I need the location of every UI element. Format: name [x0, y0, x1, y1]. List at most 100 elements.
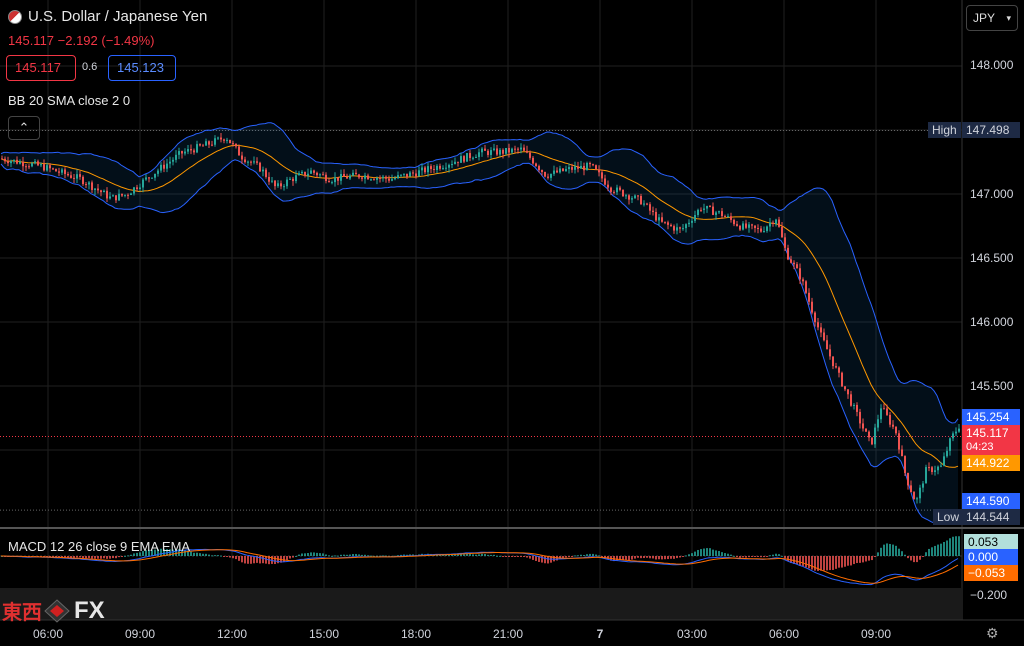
diamond-icon — [44, 598, 70, 623]
macd-histogram-bar — [292, 556, 294, 558]
candle-body — [448, 164, 450, 168]
macd-histogram-bar — [868, 556, 870, 561]
macd-histogram-bar — [670, 556, 672, 559]
last-price: 145.117 — [966, 426, 1009, 440]
macd-histogram-bar — [91, 556, 93, 559]
macd-histogram-bar — [262, 556, 264, 564]
candle-body — [28, 166, 30, 168]
candle-body — [55, 168, 57, 172]
candle-body — [862, 423, 864, 429]
macd-histogram-bar — [472, 554, 474, 556]
currency-select[interactable]: JPY ▾ — [966, 5, 1018, 31]
candle-body — [25, 166, 27, 168]
macd-histogram-bar — [520, 556, 522, 557]
low-value: 144.544 — [962, 509, 1020, 525]
candle-body — [304, 171, 306, 176]
candle-body — [397, 175, 399, 179]
candle-body — [562, 168, 564, 171]
macd-histogram-bar — [934, 545, 936, 556]
macd-histogram-bar — [328, 555, 330, 557]
candle-body — [823, 332, 825, 341]
macd-histogram-bar — [820, 556, 822, 571]
macd-histogram-bar — [205, 553, 207, 556]
macd-histogram-bar — [478, 554, 480, 556]
macd-histogram-bar — [784, 556, 786, 559]
candle-body — [667, 222, 669, 225]
candle-body — [64, 169, 66, 174]
macd-histogram-bar — [289, 556, 291, 559]
candle-body — [301, 171, 303, 174]
price-axis-tick: 146.000 — [970, 315, 1014, 329]
candle-body — [439, 165, 441, 169]
candle-body — [151, 177, 153, 179]
time-axis-tick: 03:00 — [676, 627, 708, 641]
candle-body — [211, 144, 213, 146]
macd-histogram-bar — [694, 551, 696, 556]
candle-body — [622, 189, 624, 197]
macd-histogram-bar — [703, 548, 705, 556]
bar-countdown: 04:23 — [966, 441, 994, 453]
macd-histogram-bar — [574, 555, 576, 557]
macd-histogram-bar — [295, 555, 297, 557]
bb-upper-value: 145.254 — [962, 409, 1020, 425]
candle-body — [130, 193, 132, 196]
macd-histogram-bar — [340, 554, 342, 556]
macd-histogram-bar — [517, 556, 519, 557]
bollinger-indicator-label[interactable]: BB 20 SMA close 2 0 — [8, 93, 130, 108]
macd-histogram-bar — [76, 556, 78, 558]
macd-histogram-bar — [721, 552, 723, 556]
macd-histogram-bar — [754, 556, 756, 557]
macd-histogram-bar — [895, 545, 897, 556]
candle-body — [379, 177, 381, 179]
candle-body — [922, 483, 924, 488]
candle-body — [589, 163, 591, 165]
candle-body — [550, 173, 552, 178]
candle-body — [31, 163, 33, 167]
candle-body — [835, 366, 837, 368]
candle-body — [808, 292, 810, 302]
macd-histogram-bar — [730, 554, 732, 556]
macd-histogram-bar — [118, 556, 120, 558]
collapse-button[interactable]: ⌃ — [8, 116, 40, 140]
candle-body — [472, 157, 474, 159]
candle-body — [58, 171, 60, 173]
candle-body — [85, 184, 87, 186]
candle-body — [868, 431, 870, 438]
candle-body — [391, 179, 393, 181]
candle-body — [214, 138, 216, 145]
candle-body — [418, 170, 420, 177]
macd-histogram-bar — [463, 554, 465, 556]
candle-body — [916, 498, 918, 500]
candle-body — [16, 159, 18, 164]
macd-histogram-bar — [640, 556, 642, 559]
candle-body — [256, 161, 258, 163]
candle-body — [751, 224, 753, 226]
candle-body — [358, 174, 360, 178]
buy-button[interactable]: 145.123 — [108, 55, 176, 81]
candle-body — [601, 172, 603, 179]
candle-body — [403, 173, 405, 175]
macd-histogram-bar — [487, 554, 489, 556]
candle-body — [943, 456, 945, 466]
macd-histogram-bar — [508, 556, 510, 557]
macd-histogram-bar — [313, 552, 315, 556]
candle-body — [655, 212, 657, 221]
macd-histogram-bar — [532, 556, 534, 560]
candle-body — [463, 156, 465, 162]
candle-body — [568, 167, 570, 170]
candle-body — [340, 173, 342, 181]
macd-indicator-label[interactable]: MACD 12 26 close 9 EMA EMA — [8, 539, 190, 554]
macd-histogram-bar — [94, 556, 96, 559]
sell-button[interactable]: 145.117 — [6, 55, 76, 81]
candle-body — [421, 167, 423, 171]
candle-body — [802, 279, 804, 282]
candle-body — [604, 178, 606, 185]
macd-histogram-bar — [214, 555, 216, 557]
candle-body — [628, 195, 630, 200]
macd-histogram-bar — [823, 556, 825, 571]
gear-icon[interactable]: ⚙ — [986, 625, 999, 642]
candle-body — [580, 165, 582, 169]
candle-body — [160, 164, 162, 171]
price-axis-tick: 146.500 — [970, 250, 1014, 265]
candle-body — [163, 164, 165, 169]
